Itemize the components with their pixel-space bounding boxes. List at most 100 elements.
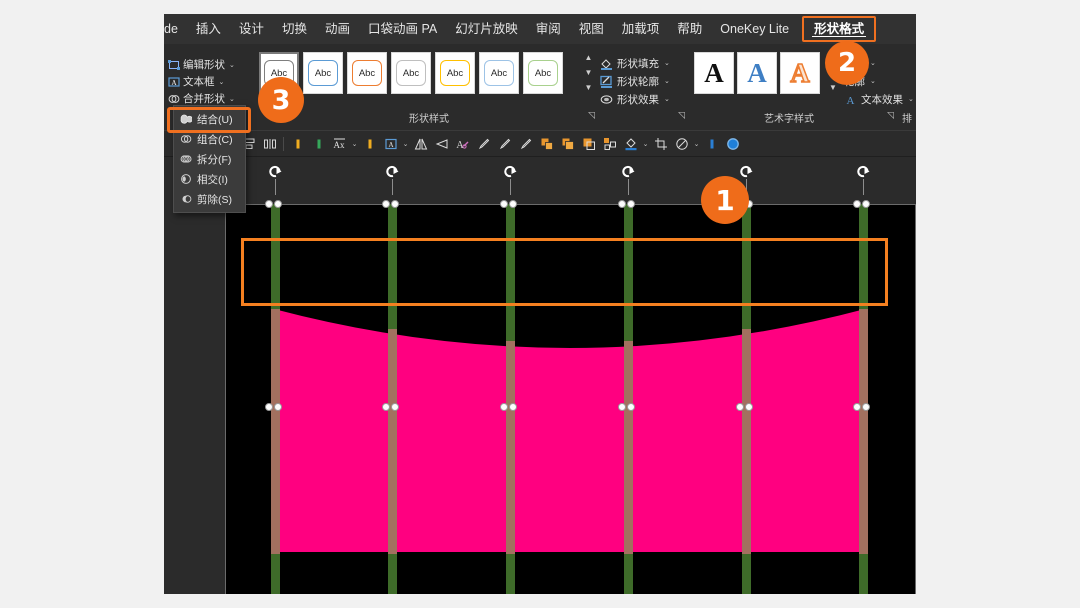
resize-handle-icon[interactable]	[627, 403, 635, 411]
rotate-handle-3[interactable]	[502, 165, 520, 195]
shape-styles-dialog-launcher[interactable]: ◹	[588, 110, 595, 121]
shape-style-5[interactable]: Abc	[479, 52, 519, 94]
flip-vertical-icon[interactable]	[410, 133, 431, 155]
resize-handle-icon[interactable]	[745, 403, 753, 411]
shape-style-3[interactable]: Abc	[391, 52, 431, 94]
wordart-style-1[interactable]: A	[737, 52, 777, 94]
eyedropper-3-icon[interactable]	[515, 133, 536, 155]
text-box-outline-icon[interactable]: A	[380, 133, 401, 155]
resize-handle-icon[interactable]	[509, 200, 517, 208]
handle-pair-top-4[interactable]	[618, 200, 640, 210]
resize-handle-icon[interactable]	[274, 200, 282, 208]
blue-bar-icon[interactable]	[701, 133, 722, 155]
gallery-more-icon[interactable]: ▼	[585, 82, 593, 94]
wordart-style-0[interactable]: A	[694, 52, 734, 94]
menu-item-help[interactable]: 帮助	[668, 17, 711, 41]
shape-effects-button[interactable]: 形状效果 ⌄	[600, 90, 670, 108]
text-box-button[interactable]: A 文本框 ⌄	[166, 73, 252, 90]
shape-styles-gallery[interactable]: Abc Abc Abc Abc	[259, 52, 563, 94]
handle-pair-mid-5[interactable]	[736, 403, 758, 413]
wordart-style-2[interactable]: A	[780, 52, 820, 94]
chevron-down-icon[interactable]: ⌄	[350, 140, 359, 148]
shape-outline-button[interactable]: 形状轮廓 ⌄	[600, 72, 670, 90]
handle-pair-top-6[interactable]	[853, 200, 875, 210]
menu-item-insert[interactable]: 插入	[187, 17, 230, 41]
scroll-up-icon[interactable]: ▲	[585, 52, 593, 64]
send-backward-icon[interactable]	[578, 133, 599, 155]
menu-item-addins[interactable]: 加载项	[613, 17, 669, 41]
shape-styles-scrollbar[interactable]: ▲ ▼ ▼	[582, 52, 595, 94]
resize-handle-icon[interactable]	[382, 403, 390, 411]
handle-pair-mid-3[interactable]	[500, 403, 522, 413]
wordart-styles-gallery[interactable]: A A A	[694, 52, 820, 94]
distribute-objects-icon[interactable]	[259, 133, 280, 155]
resize-handle-icon[interactable]	[265, 403, 273, 411]
handle-pair-mid-2[interactable]	[382, 403, 404, 413]
merge-option-subtract[interactable]: 剪除(S)	[174, 189, 245, 209]
menu-item-slideshow[interactable]: 幻灯片放映	[446, 17, 527, 41]
wordart-dialog-launcher[interactable]: ◹	[887, 110, 894, 121]
bring-forward-icon[interactable]	[536, 133, 557, 155]
menu-item-view[interactable]: 视图	[570, 17, 613, 41]
handle-pair-top-3[interactable]	[500, 200, 522, 210]
format-painter-text-icon[interactable]: A	[452, 133, 473, 155]
chevron-down-icon[interactable]: ⌄	[692, 140, 701, 148]
resize-handle-icon[interactable]	[627, 200, 635, 208]
font-color-icon[interactable]: Ax	[329, 133, 350, 155]
shape-ops-dialog-launcher[interactable]: ◹	[678, 110, 685, 121]
bring-to-front-icon[interactable]	[557, 133, 578, 155]
shape-style-4[interactable]: Abc	[435, 52, 475, 94]
handle-pair-mid-4[interactable]	[618, 403, 640, 413]
text-effects-button[interactable]: A 文本效果 ⌄	[844, 90, 914, 108]
menu-item-review[interactable]: 审阅	[527, 17, 570, 41]
eyedropper-2-icon[interactable]	[494, 133, 515, 155]
resize-handle-icon[interactable]	[500, 403, 508, 411]
menu-item-de[interactable]: de	[164, 17, 187, 41]
resize-handle-icon[interactable]	[736, 403, 744, 411]
handle-pair-mid-1[interactable]	[265, 403, 287, 413]
handle-pair-top-1[interactable]	[265, 200, 287, 210]
menu-item-animations[interactable]: 动画	[316, 17, 359, 41]
resize-handle-icon[interactable]	[853, 200, 861, 208]
bar-green-icon[interactable]	[308, 133, 329, 155]
shape-fill-button[interactable]: 形状填充 ⌄	[600, 54, 670, 72]
scroll-down-icon[interactable]: ▼	[585, 67, 593, 79]
resize-handle-icon[interactable]	[862, 403, 870, 411]
menu-item-onekey-lite[interactable]: OneKey Lite	[711, 17, 798, 41]
eyedropper-1-icon[interactable]	[473, 133, 494, 155]
resize-handle-icon[interactable]	[509, 403, 517, 411]
resize-handle-icon[interactable]	[265, 200, 273, 208]
resize-handle-icon[interactable]	[618, 403, 626, 411]
flip-horizontal-icon[interactable]	[431, 133, 452, 155]
gallery-more-icon[interactable]: ▼	[829, 82, 837, 94]
menu-item-shape-format[interactable]: 形状格式	[802, 16, 876, 42]
shape-style-1[interactable]: Abc	[303, 52, 343, 94]
menu-item-transitions[interactable]: 切换	[273, 17, 316, 41]
rotate-handle-4[interactable]	[620, 165, 638, 195]
group-objects-icon[interactable]	[599, 133, 620, 155]
crop-icon[interactable]	[650, 133, 671, 155]
blue-circle-icon[interactable]	[722, 133, 743, 155]
resize-handle-icon[interactable]	[618, 200, 626, 208]
handle-pair-top-2[interactable]	[382, 200, 404, 210]
rotate-handle-6[interactable]	[855, 165, 873, 195]
menu-item-design[interactable]: 设计	[230, 17, 273, 41]
resize-handle-icon[interactable]	[382, 200, 390, 208]
handle-pair-mid-6[interactable]	[853, 403, 875, 413]
shape-style-2[interactable]: Abc	[347, 52, 387, 94]
shape-style-6[interactable]: Abc	[523, 52, 563, 94]
fill-bucket-icon[interactable]	[620, 133, 641, 155]
slide-canvas[interactable]	[225, 157, 916, 594]
rotate-handle-2[interactable]	[384, 165, 402, 195]
merge-option-intersect[interactable]: 相交(I)	[174, 169, 245, 189]
chevron-down-icon[interactable]: ⌄	[401, 140, 410, 148]
chevron-down-icon[interactable]: ⌄	[641, 140, 650, 148]
menu-item-pocket-animation[interactable]: 口袋动画 PA	[359, 17, 446, 41]
bar-yellow2-icon[interactable]	[359, 133, 380, 155]
resize-handle-icon[interactable]	[500, 200, 508, 208]
merge-option-fragment[interactable]: 拆分(F)	[174, 149, 245, 169]
shape-merge-icon[interactable]	[671, 133, 692, 155]
resize-handle-icon[interactable]	[853, 403, 861, 411]
resize-handle-icon[interactable]	[274, 403, 282, 411]
resize-handle-icon[interactable]	[391, 200, 399, 208]
